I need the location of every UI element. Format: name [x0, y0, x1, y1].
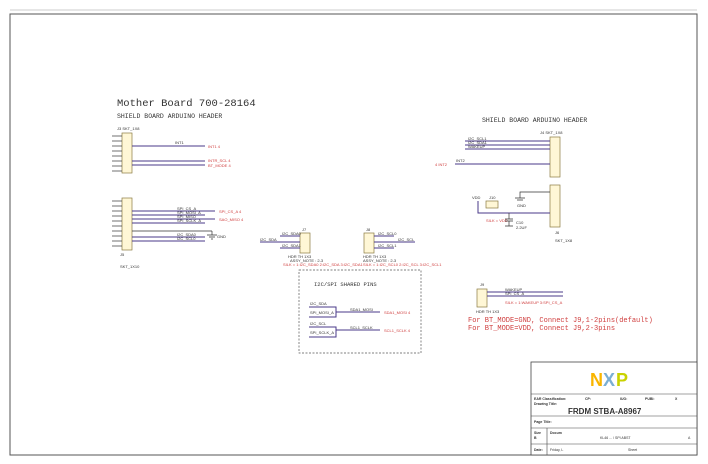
size-label: Size	[534, 431, 541, 435]
right-gnd-label: GND	[517, 203, 526, 208]
nxp-logo-n: N	[590, 370, 603, 390]
j5-ref: J5	[120, 252, 125, 257]
j4-label: J4 SKT_1X8	[540, 130, 563, 135]
j9-silk: SILK = 1:WAKEUP 3:SPI_CS_A	[505, 300, 563, 305]
gnd-label: GND	[217, 234, 226, 239]
j7-net-sda: I2C_SDA	[260, 237, 277, 242]
motherboard-title: Mother Board 700-28164	[117, 98, 256, 110]
drawing-title: FRDM STBA-A8967	[568, 407, 642, 416]
spi-miso-port: SAO_MISO 4	[219, 217, 244, 222]
right-net-int2: INT2	[456, 158, 465, 163]
j10-silk: SILK = VDD	[486, 218, 508, 223]
j5-pins	[112, 200, 122, 247]
left-header-section: Mother Board 700-28164 SHIELD BOARD ARDU…	[112, 98, 256, 174]
left-subtitle: SHIELD BOARD ARDUINO HEADER	[117, 113, 222, 120]
j4-connector	[549, 136, 561, 178]
ground-icon	[207, 231, 217, 240]
j7-ref: J7	[302, 227, 307, 232]
nxp-logo: N X P	[590, 370, 628, 390]
j10-ref: J10	[489, 195, 496, 200]
date-label: Date:	[534, 448, 543, 452]
vdd-label: VDD	[472, 195, 481, 200]
nxp-logo-p: P	[616, 370, 628, 390]
shared-net2: SCL1_SCLK	[350, 325, 373, 330]
note-bt-mode-gnd: For BT_MODE=GND, Connect J9,1-2pins(defa…	[468, 317, 653, 325]
j6-connector	[549, 184, 561, 228]
j9-jumper: J9 WAKEUP SPI_CS_A SILK = 1:WAKEUP 3:SPI…	[468, 282, 653, 333]
cap-value: 2.2UF	[516, 225, 527, 230]
sheet-label: Sheet	[628, 448, 637, 452]
j9-ref: J9	[480, 282, 485, 287]
j3-pins	[112, 135, 122, 172]
j7-jumper: J7 I2C_SDA I2C_SDA0 I2C_SDA1 HDR TH 1X3 …	[260, 227, 363, 267]
shared-in2-b: SPI_SCLK_A	[310, 330, 334, 335]
left-bottom-section: J5 SKT_1X10 SPI_CS_A SPI_MOSI_A SPI_MISO…	[112, 197, 244, 269]
page-title-label: Page Title:	[534, 420, 552, 424]
cp-label: CP:	[585, 397, 591, 401]
j10-connector	[485, 200, 499, 209]
shared-in1-a: I2C_SDA	[310, 301, 327, 306]
int1-port: INT1 4	[208, 144, 221, 149]
right-header-section: SHIELD BOARD ARDUINO HEADER J4 SKT_1X8 I…	[435, 117, 587, 243]
bt-mode-port: BT_MODE 4	[208, 163, 231, 168]
note-bt-mode-vdd: For BT_MODE=VDD, Connect J9,2-3pins	[468, 325, 615, 333]
j8-ref: J8	[366, 227, 371, 232]
doc-number: KL46 ... / SPI ABST	[600, 436, 631, 440]
schematic-sheet: Mother Board 700-28164 SHIELD BOARD ARDU…	[9, 9, 698, 456]
j6-ref: J6	[555, 230, 560, 235]
int2-port: 4 INT2	[435, 162, 448, 167]
j8-net-scl0: I2C_SCL0	[378, 231, 397, 236]
j9-net-cs: SPI_CS_A	[505, 291, 524, 296]
title-block: N X P EAR Classification: CP: IUO: PUBI:…	[530, 361, 698, 456]
drawing-title-label: Drawing Title:	[534, 402, 557, 406]
i2c-scl0-net: I2C_SCL0	[177, 236, 196, 241]
spi-sclk-net: SPI_SCLK_A	[177, 218, 201, 223]
right-subtitle: SHIELD BOARD ARDUINO HEADER	[482, 117, 587, 124]
j9-part: HDR TH 1X3	[476, 309, 500, 314]
ear-label: EAR Classification:	[534, 397, 566, 401]
pubi-label: PUBI:	[645, 397, 655, 401]
j7-connector	[299, 232, 311, 254]
shared-in2-a: I2C_SCL	[310, 321, 327, 326]
shared-out1: SDA1_MOSI 4	[384, 310, 411, 315]
j3-label: J3 SKT_1X8	[117, 126, 140, 131]
j8-jumper: J8 I2C_SCL0 I2C_SCL I2C_SCL1 HDR TH 1X3 …	[363, 227, 442, 267]
ground-icon	[515, 191, 550, 201]
j3-connector	[121, 132, 133, 174]
j7-net-sda0: I2C_SDA0	[282, 231, 302, 236]
j5-part: SKT_1X10	[120, 264, 140, 269]
spi-cs-port: SPI_CS_A 4	[219, 209, 242, 214]
j6-part: SKT_1X8	[555, 238, 573, 243]
int1-net: INT1	[175, 140, 184, 145]
shared-pins-box: I2C/SPI SHARED PINS I2C_SDA SPI_MOSI_A S…	[298, 269, 422, 354]
iuo-label: IUO:	[620, 397, 627, 401]
j8-net-scl1: I2C_SCL1	[378, 243, 397, 248]
nxp-logo-x: X	[603, 370, 615, 390]
shared-in1-b: SPI_MOSI_A	[310, 310, 334, 315]
shared-out2: SCL1_SCLK 4	[384, 328, 411, 333]
j8-net-scl: I2C_SCL	[398, 237, 415, 242]
date-value: Friday, L	[550, 448, 563, 452]
shared-pins-title: I2C/SPI SHARED PINS	[314, 281, 377, 288]
j8-silk: SILK = 1:I2C_SCL0 2:I2C_SCL 3:I2C_SCL1	[363, 262, 442, 267]
doc-label: Docum	[550, 431, 562, 435]
j7-silk: SILK = 1:I2C_SDA0 2:I2C_SDA 3:I2C_SDA1	[283, 262, 363, 267]
right-net-wakeup: WAKEUP	[468, 144, 486, 149]
shared-net1: SDA1_MOSI	[350, 307, 373, 312]
j7-net-sda1: I2C_SDA1	[282, 243, 302, 248]
j5-connector	[121, 197, 133, 251]
j8-connector	[363, 232, 375, 254]
j9-connector	[476, 288, 488, 308]
